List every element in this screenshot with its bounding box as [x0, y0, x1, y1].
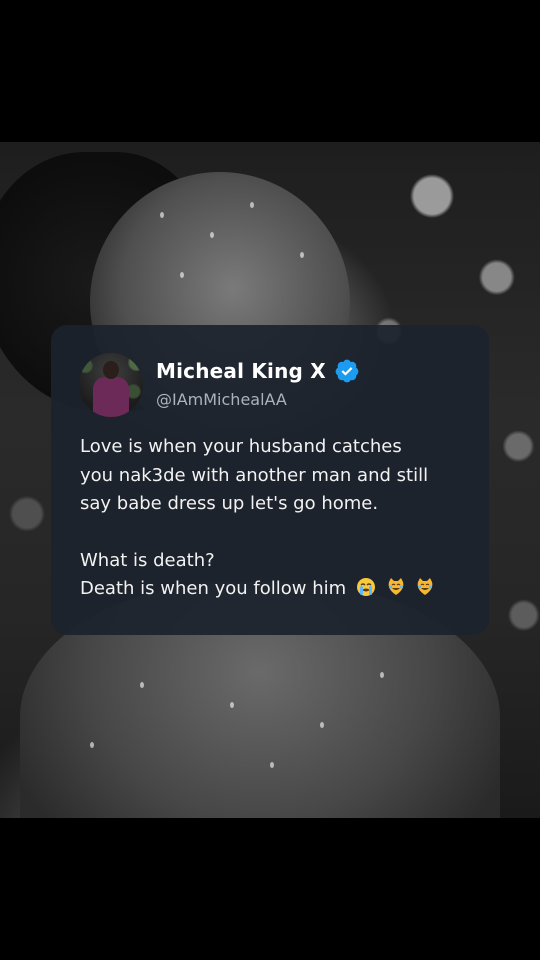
tweet-answer-line: Death is when you follow him	[80, 575, 480, 604]
avatar-head	[103, 361, 119, 379]
water-drop	[210, 232, 214, 238]
cat-with-tears-of-joy-icon	[388, 578, 403, 595]
water-drop	[380, 672, 384, 678]
author-handle[interactable]: @IAmMichealAA	[156, 390, 287, 409]
water-drop	[320, 722, 324, 728]
water-drop	[180, 272, 184, 278]
cat-with-tears-of-joy-icon	[417, 578, 433, 595]
water-drop	[90, 742, 94, 748]
screen: Micheal King X @IAmMichealAA Love is whe…	[0, 0, 540, 960]
water-drop	[250, 202, 254, 208]
author-name[interactable]: Micheal King X	[156, 359, 326, 383]
author-name-row: Micheal King X	[156, 358, 360, 384]
tweet-line: say babe dress up let's go home.	[80, 493, 379, 514]
water-drop	[160, 212, 164, 218]
water-drop	[230, 702, 234, 708]
tweet-question: What is death?	[80, 549, 215, 571]
water-drop	[270, 762, 274, 768]
tweet-card: Micheal King X @IAmMichealAA Love is whe…	[51, 325, 489, 635]
water-drop	[140, 682, 144, 688]
tweet-line: you nak3de with another man and still	[80, 464, 429, 486]
avatar-shirt	[93, 377, 129, 417]
verified-badge-icon	[335, 359, 359, 383]
loudly-crying-face-icon	[356, 578, 375, 596]
author-avatar[interactable]	[79, 353, 143, 417]
tweet-body: Love is when your husband catches you na…	[80, 433, 480, 604]
tweet-line: Love is when your husband catches	[80, 436, 402, 457]
water-drop	[300, 252, 304, 258]
tweet-answer: Death is when you follow him	[80, 578, 347, 599]
